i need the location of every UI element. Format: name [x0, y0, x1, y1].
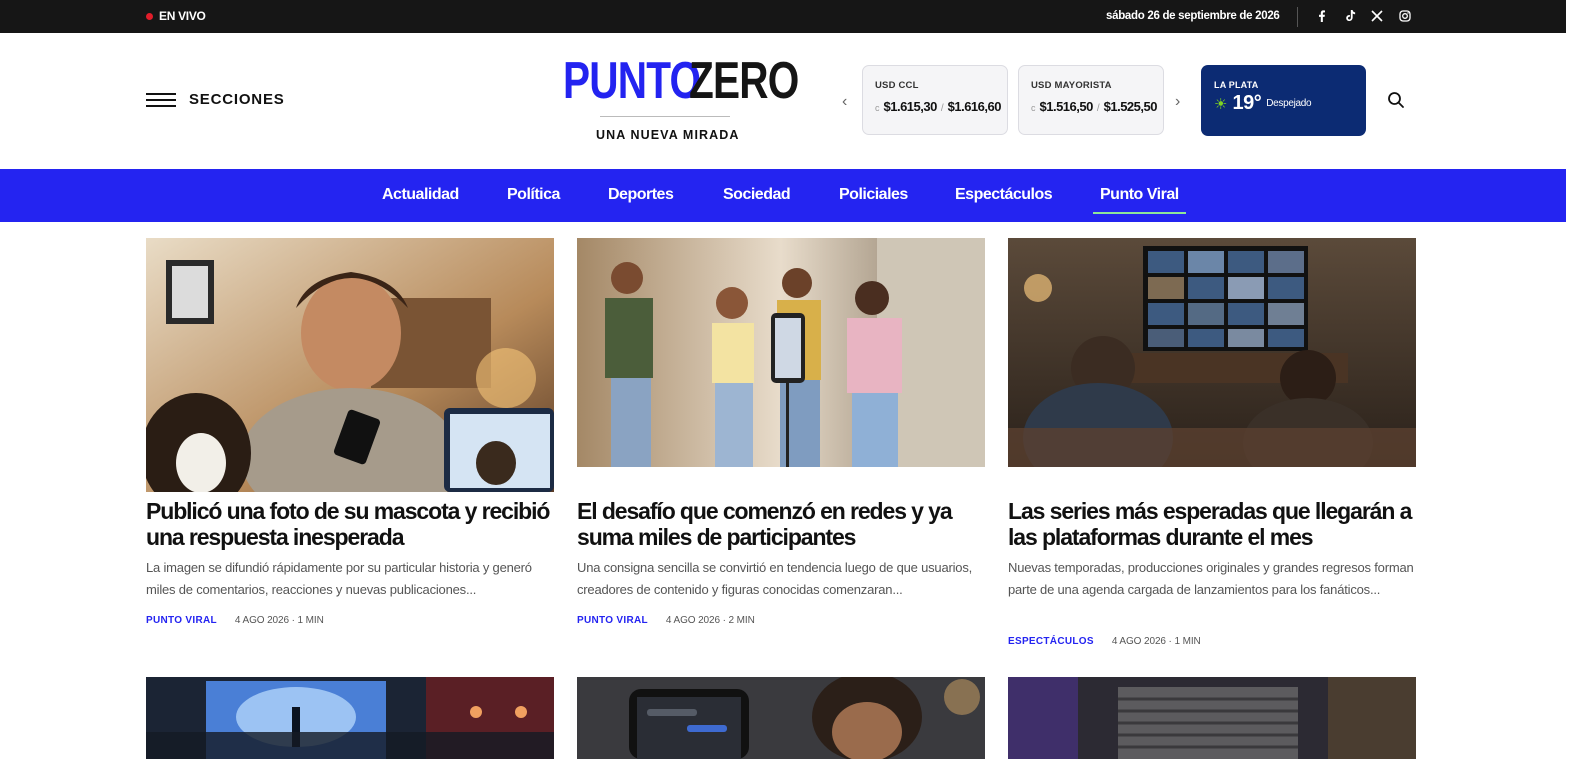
- article-category[interactable]: ESPECTÁCULOS: [1008, 636, 1094, 647]
- article-image[interactable]: [577, 238, 985, 467]
- fx-card-mayorista: USD MAYORISTA c $1.516,50 / $1.525,50: [1018, 65, 1164, 135]
- article-image[interactable]: [146, 238, 554, 492]
- article-category[interactable]: PUNTO VIRAL: [577, 615, 648, 626]
- top-bar: EN VIVO sábado 26 de septiembre de 2026: [0, 0, 1566, 33]
- weather-city: LA PLATA: [1214, 80, 1259, 90]
- article-excerpt: Una consigna sencilla se convirtió en te…: [577, 560, 973, 597]
- sun-icon: ☀: [1214, 95, 1228, 113]
- nav-active-indicator: [1093, 212, 1186, 214]
- nav-item-espectaculos[interactable]: Espectáculos: [955, 186, 1053, 204]
- tiktok-icon[interactable]: [1343, 8, 1357, 24]
- article-image[interactable]: [1008, 677, 1416, 759]
- nav-item-actualidad[interactable]: Actualidad: [382, 186, 459, 204]
- article-image[interactable]: [1008, 238, 1416, 467]
- weather-temperature: 19°: [1232, 92, 1262, 114]
- x-icon[interactable]: [1370, 8, 1384, 24]
- site-logo[interactable]: PUNTO ZERO: [563, 53, 803, 113]
- fx-prefix: c: [1031, 103, 1036, 113]
- article-title[interactable]: Las series más esperadas que llegarán a …: [1008, 498, 1428, 550]
- logo-divider: [600, 116, 730, 117]
- divider: [1297, 7, 1298, 27]
- fx-separator: /: [1096, 103, 1100, 114]
- fx-title: USD MAYORISTA: [1031, 80, 1112, 91]
- fx-sell-value: $1.616,60: [947, 99, 1002, 114]
- chevron-left-icon[interactable]: ‹: [842, 93, 847, 111]
- article-excerpt: Nuevas temporadas, producciones original…: [1008, 560, 1414, 597]
- weather-widget[interactable]: LA PLATA ☀ 19° Despejado: [1201, 65, 1366, 136]
- article-image[interactable]: [146, 677, 554, 759]
- menu-icon[interactable]: [146, 93, 176, 109]
- logo-punto: PUNTO: [563, 52, 701, 110]
- fx-sell-value: $1.525,50: [1103, 99, 1158, 114]
- main-nav: Actualidad Política Deportes Sociedad Po…: [0, 169, 1566, 222]
- article-title[interactable]: Publicó una foto de su mascota y recibió…: [146, 498, 566, 550]
- facebook-icon[interactable]: [1315, 8, 1329, 24]
- article-date: 4 AGO 2026 · 1 MIN: [234, 615, 324, 626]
- logo-zero: ZERO: [689, 52, 799, 110]
- article-card: El desafío que comenzó en redes y ya sum…: [577, 238, 985, 638]
- fx-buy-value: $1.516,50: [1039, 99, 1094, 114]
- instagram-icon[interactable]: [1398, 8, 1412, 24]
- article-date: 4 AGO 2026 · 2 MIN: [665, 615, 755, 626]
- fx-buy-value: $1.615,30: [883, 99, 938, 114]
- search-icon[interactable]: [1387, 91, 1407, 111]
- live-label: EN VIVO: [159, 9, 206, 23]
- article-card: Las series más esperadas que llegarán a …: [1008, 238, 1416, 658]
- article-card: Publicó una foto de su mascota y recibió…: [146, 238, 554, 638]
- fx-card-ccl: USD CCL c $1.615,30 / $1.616,60: [862, 65, 1008, 135]
- article-category[interactable]: PUNTO VIRAL: [146, 615, 217, 626]
- nav-item-sociedad[interactable]: Sociedad: [723, 186, 791, 204]
- fx-separator: /: [940, 103, 944, 114]
- nav-item-politica[interactable]: Política: [507, 186, 560, 204]
- article-excerpt: La imagen se difundió rápidamente por su…: [146, 560, 532, 597]
- chevron-right-icon[interactable]: ›: [1175, 93, 1180, 111]
- weather-description: Despejado: [1266, 98, 1312, 109]
- site-tagline: UNA NUEVA MIRADA: [596, 128, 740, 142]
- live-indicator[interactable]: EN VIVO: [146, 9, 206, 23]
- current-date: sábado 26 de septiembre de 2026: [1106, 10, 1280, 22]
- sections-menu-button[interactable]: SECCIONES: [189, 91, 285, 108]
- nav-item-policiales[interactable]: Policiales: [839, 186, 908, 204]
- site-header: SECCIONES PUNTO ZERO UNA NUEVA MIRADA ‹ …: [0, 33, 1566, 169]
- nav-item-deportes[interactable]: Deportes: [608, 186, 674, 204]
- article-date: 4 AGO 2026 · 1 MIN: [1111, 636, 1201, 647]
- live-dot-icon: [146, 12, 153, 20]
- nav-item-punto-viral[interactable]: Punto Viral: [1100, 186, 1179, 204]
- article-title[interactable]: El desafío que comenzó en redes y ya sum…: [577, 498, 997, 550]
- fx-title: USD CCL: [875, 80, 919, 91]
- article-image[interactable]: [577, 677, 985, 759]
- fx-prefix: c: [875, 103, 880, 113]
